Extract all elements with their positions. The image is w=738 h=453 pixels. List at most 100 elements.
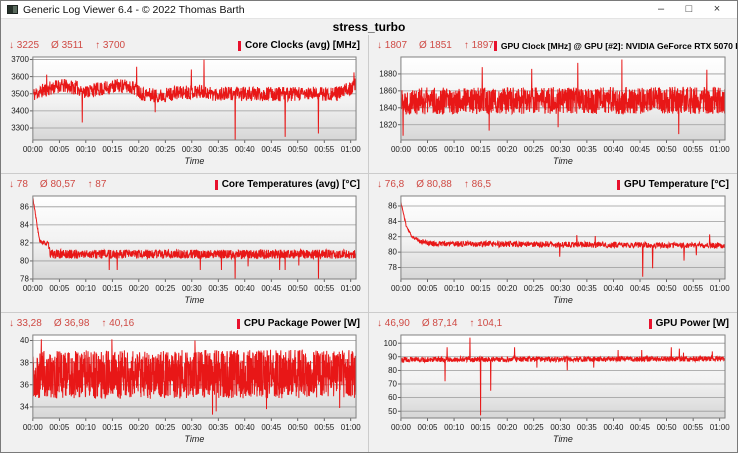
svg-text:00:55: 00:55 <box>683 145 703 154</box>
svg-text:80: 80 <box>388 248 397 257</box>
chart-title-text: GPU Power [W] <box>656 318 729 329</box>
svg-text:Time: Time <box>185 295 205 305</box>
svg-text:00:55: 00:55 <box>314 145 334 154</box>
chart-title-text: GPU Clock [MHz] @ GPU [#2]: NVIDIA GeFor… <box>501 41 737 51</box>
svg-text:01:00: 01:00 <box>341 284 361 293</box>
svg-text:78: 78 <box>388 263 397 272</box>
chart-header: ↓ 46,90 Ø 87,14 ↑ 104,1 GPU Power [W] <box>375 315 731 332</box>
stat-max: ↑ 40,16 <box>101 318 134 329</box>
svg-text:00:45: 00:45 <box>630 145 650 154</box>
svg-text:Time: Time <box>553 434 573 444</box>
stat-min: ↓ 33,28 <box>9 318 42 329</box>
svg-text:00:35: 00:35 <box>577 423 597 432</box>
stat-min: ↓ 46,90 <box>377 318 410 329</box>
svg-text:01:00: 01:00 <box>710 284 730 293</box>
app-window: Generic Log Viewer 6.4 - © 2022 Thomas B… <box>0 0 738 453</box>
svg-text:01:00: 01:00 <box>710 423 730 432</box>
close-icon[interactable]: × <box>703 1 731 18</box>
legend-marker-icon <box>494 41 497 51</box>
line-chart-gpu-power: 506070809010000:0000:0500:1000:1500:2000… <box>375 332 731 448</box>
chart-title-text: CPU Package Power [W] <box>244 318 360 329</box>
chart-title: Core Clocks (avg) [MHz] <box>238 40 360 51</box>
chart-title: CPU Package Power [W] <box>237 318 360 329</box>
stat-avg: Ø 36,98 <box>54 318 90 329</box>
chart-title: Core Temperatures (avg) [°C] <box>215 179 360 190</box>
svg-text:00:20: 00:20 <box>129 423 149 432</box>
window-title: Generic Log Viewer 6.4 - © 2022 Thomas B… <box>23 4 647 16</box>
stat-min: ↓ 3225 <box>9 40 39 51</box>
svg-text:00:50: 00:50 <box>657 423 677 432</box>
svg-text:00:35: 00:35 <box>208 423 228 432</box>
chart-title: GPU Power [W] <box>649 318 729 329</box>
svg-text:00:30: 00:30 <box>550 284 570 293</box>
svg-text:00:20: 00:20 <box>497 145 517 154</box>
svg-text:3400: 3400 <box>11 106 29 115</box>
chart-stats: ↓ 78 Ø 80,57 ↑ 87 <box>9 179 106 190</box>
chart-stats: ↓ 3225 Ø 3511 ↑ 3700 <box>9 40 125 51</box>
svg-text:34: 34 <box>20 403 29 412</box>
line-chart-gpu-clock: 182018401860188000:0000:0500:1000:1500:2… <box>375 54 731 170</box>
svg-text:00:00: 00:00 <box>391 423 411 432</box>
legend-marker-icon <box>215 180 218 190</box>
stat-avg: Ø 1851 <box>419 40 452 51</box>
svg-text:00:45: 00:45 <box>630 423 650 432</box>
svg-text:40: 40 <box>20 336 29 345</box>
svg-text:00:05: 00:05 <box>49 145 69 154</box>
svg-text:84: 84 <box>20 220 29 229</box>
svg-text:00:45: 00:45 <box>261 423 281 432</box>
line-chart-gpu-temperature: 788082848600:0000:0500:1000:1500:2000:25… <box>375 193 731 309</box>
svg-text:01:00: 01:00 <box>341 423 361 432</box>
maximize-icon[interactable]: □ <box>675 1 703 18</box>
svg-text:00:55: 00:55 <box>683 284 703 293</box>
chart-stats: ↓ 76,8 Ø 80,88 ↑ 86,5 <box>377 179 491 190</box>
chart-panel-core-temperatures: ↓ 78 Ø 80,57 ↑ 87 Core Temperatures (avg… <box>1 174 369 313</box>
legend-marker-icon <box>238 41 241 51</box>
svg-text:00:40: 00:40 <box>603 284 623 293</box>
svg-text:00:45: 00:45 <box>630 284 650 293</box>
svg-text:00:05: 00:05 <box>49 284 69 293</box>
stat-max: ↑ 86,5 <box>464 179 491 190</box>
minimize-icon[interactable]: – <box>647 1 675 18</box>
svg-text:00:45: 00:45 <box>261 284 281 293</box>
svg-text:00:10: 00:10 <box>76 423 96 432</box>
svg-text:3700: 3700 <box>11 55 29 64</box>
svg-text:00:40: 00:40 <box>603 145 623 154</box>
svg-text:00:05: 00:05 <box>418 284 438 293</box>
stat-min: ↓ 1807 <box>377 40 407 51</box>
chart-title: GPU Temperature [°C] <box>617 179 729 190</box>
legend-marker-icon <box>237 319 240 329</box>
svg-text:3500: 3500 <box>11 89 29 98</box>
chart-stats: ↓ 33,28 Ø 36,98 ↑ 40,16 <box>9 318 134 329</box>
svg-text:00:50: 00:50 <box>288 423 308 432</box>
svg-text:01:00: 01:00 <box>341 145 361 154</box>
svg-text:86: 86 <box>20 202 29 211</box>
svg-text:00:50: 00:50 <box>288 284 308 293</box>
chart-panel-core-clocks: ↓ 3225 Ø 3511 ↑ 3700 Core Clocks (avg) [… <box>1 35 369 174</box>
svg-text:38: 38 <box>20 358 29 367</box>
stat-max: ↑ 104,1 <box>469 318 502 329</box>
svg-text:00:10: 00:10 <box>444 145 464 154</box>
svg-text:00:40: 00:40 <box>235 284 255 293</box>
svg-text:00:55: 00:55 <box>314 423 334 432</box>
svg-text:86: 86 <box>388 202 397 211</box>
svg-text:00:40: 00:40 <box>235 145 255 154</box>
chart-header: ↓ 3225 Ø 3511 ↑ 3700 Core Clocks (avg) [… <box>7 37 362 54</box>
svg-text:00:45: 00:45 <box>261 145 281 154</box>
stat-max: ↑ 3700 <box>95 40 125 51</box>
svg-text:100: 100 <box>384 339 398 348</box>
svg-text:00:35: 00:35 <box>208 284 228 293</box>
svg-text:00:30: 00:30 <box>550 423 570 432</box>
svg-text:Time: Time <box>185 156 205 166</box>
svg-text:Time: Time <box>553 156 573 166</box>
svg-text:00:25: 00:25 <box>524 284 544 293</box>
legend-marker-icon <box>617 180 620 190</box>
svg-text:00:30: 00:30 <box>182 145 202 154</box>
svg-text:00:15: 00:15 <box>102 423 122 432</box>
line-chart-cpu-package-power: 3436384000:0000:0500:1000:1500:2000:2500… <box>7 332 362 448</box>
svg-text:3300: 3300 <box>11 124 29 133</box>
svg-text:Time: Time <box>553 295 573 305</box>
svg-text:3600: 3600 <box>11 72 29 81</box>
svg-text:00:10: 00:10 <box>444 423 464 432</box>
chart-panel-gpu-clock: ↓ 1807 Ø 1851 ↑ 1897 GPU Clock [MHz] @ G… <box>369 35 737 174</box>
stat-min: ↓ 76,8 <box>377 179 404 190</box>
